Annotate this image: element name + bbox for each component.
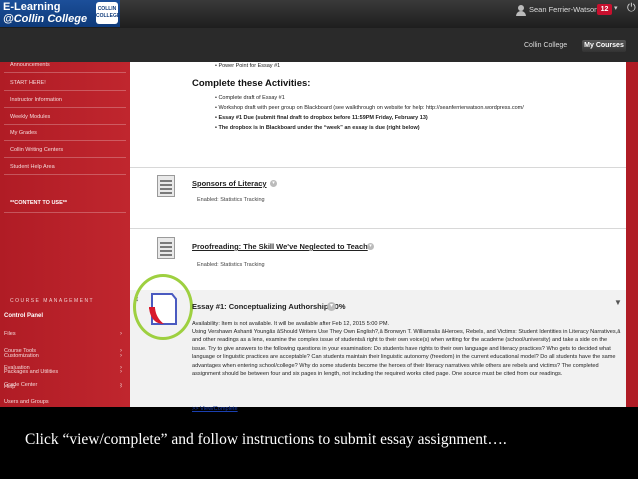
divider — [130, 228, 626, 229]
item-meta: Enabled: Statistics Tracking — [197, 262, 265, 268]
cp-item-help[interactable]: Help — [4, 384, 15, 390]
activities-heading: Complete these Activities: — [192, 78, 311, 89]
item-title-sponsors[interactable]: Sponsors of Literacy — [192, 179, 267, 188]
view-complete-link[interactable]: >> View/Complete — [192, 406, 238, 412]
document-icon — [157, 175, 177, 199]
item-meta: Enabled: Statistics Tracking — [197, 197, 265, 203]
top-header: E-Learning @Collin College COLLIN COLLEGE… — [0, 0, 638, 28]
notification-badge[interactable]: 12 — [597, 4, 612, 15]
highlight-circle — [133, 274, 193, 340]
essay-description: Using Vershawn Ashanti Youngâs âShould W… — [192, 329, 621, 378]
activity-line: • Workshop draft with peer group on Blac… — [215, 105, 524, 111]
content-area: • Power Point for Essay #1 Complete thes… — [130, 62, 626, 407]
e-learning-logo[interactable]: E-Learning @Collin College COLLIN COLLEGE — [0, 0, 120, 27]
chevron-right-icon: › — [120, 353, 122, 359]
logo-line1: E-Learning — [3, 1, 61, 13]
chevron-right-icon: › — [120, 369, 122, 375]
activity-line: • Complete draft of Essay #1 — [215, 95, 285, 101]
nav-tabs: Collin College My Courses — [0, 28, 638, 62]
control-panel-lower: Customization › Packages and Utilities ›… — [0, 62, 130, 407]
activity-line: • The dropbox is in Blackboard under the… — [215, 125, 420, 131]
chevron-down-icon[interactable]: ▾ — [367, 243, 374, 250]
tab-collin-college[interactable]: Collin College — [524, 40, 567, 52]
chevron-down-icon[interactable]: ▾ — [614, 4, 618, 12]
chevron-down-icon[interactable]: ▾ — [327, 302, 336, 311]
divider — [130, 167, 626, 168]
cp-item-customization[interactable]: Customization — [4, 353, 39, 359]
user-icon[interactable] — [516, 5, 526, 16]
username[interactable]: Sean Ferrier-Watson — [529, 5, 598, 14]
logout-icon[interactable]: ⏻ — [627, 2, 636, 15]
chevron-down-icon[interactable]: ▾ — [270, 180, 277, 187]
activity-line: • Essay #1 Due (submit final draft to dr… — [215, 115, 428, 121]
item-title-proofreading[interactable]: Proofreading: The Skill We've Neglected … — [192, 242, 368, 251]
chevron-right-icon: › — [120, 384, 122, 390]
essay-title[interactable]: Essay #1: Conceptualizing Authorship 10% — [192, 302, 346, 311]
logo-line2: @Collin College — [3, 13, 88, 25]
activity-line: • Power Point for Essay #1 — [215, 63, 281, 69]
document-icon — [157, 237, 177, 261]
cp-item-packages-utilities[interactable]: Packages and Utilities — [4, 369, 58, 375]
right-frame-stripe — [626, 62, 638, 407]
collapse-arrow-icon[interactable]: ▼ — [614, 298, 622, 307]
tab-my-courses[interactable]: My Courses — [582, 40, 626, 52]
college-seal-icon: COLLIN COLLEGE — [96, 2, 120, 24]
slide-caption: Click “view/complete” and follow instruc… — [25, 431, 507, 448]
